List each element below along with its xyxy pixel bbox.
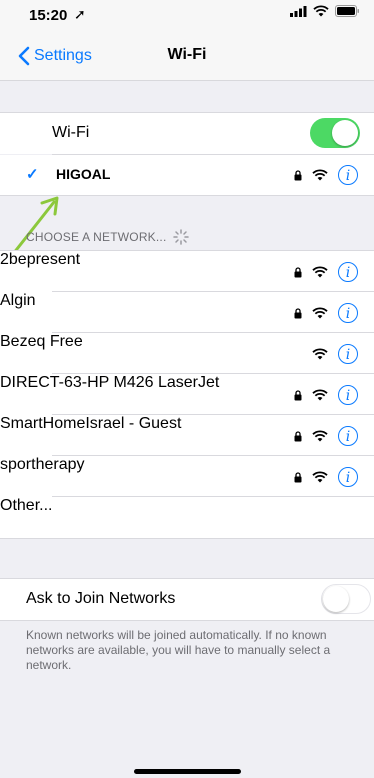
info-icon[interactable]: i — [338, 165, 358, 185]
network-row[interactable]: Bezeq Free i — [0, 333, 374, 374]
lock-icon — [294, 307, 302, 318]
toggle-knob — [332, 120, 358, 146]
wifi-signal-icon — [312, 471, 328, 483]
network-name: SmartHomeIsrael - Guest — [0, 415, 182, 432]
location-arrow-icon: ➚ — [74, 6, 86, 22]
status-bar: 15:20 ➚ — [0, 0, 374, 34]
info-icon[interactable]: i — [338, 467, 358, 487]
ask-to-join-toggle[interactable] — [321, 584, 371, 614]
status-time: 15:20 — [29, 7, 68, 24]
footer-note: Known networks will be joined automatica… — [26, 628, 331, 672]
network-name: Bezeq Free — [0, 333, 83, 350]
wifi-toggle[interactable] — [310, 118, 360, 148]
wifi-signal-icon — [312, 348, 328, 360]
choose-network-header: CHOOSE A NETWORK... — [26, 229, 189, 245]
wifi-signal-icon — [312, 389, 328, 401]
nav-bar: Settings Wi-Fi — [0, 34, 374, 81]
network-accessories: i — [294, 165, 358, 185]
cellular-signal-icon — [290, 5, 307, 17]
wifi-status-icon — [313, 5, 329, 17]
wifi-toggle-row: Wi-Fi — [0, 112, 374, 154]
wifi-signal-icon — [312, 430, 328, 442]
connected-network-name: HIGOAL — [56, 166, 111, 182]
page-title: Wi-Fi — [167, 46, 207, 63]
home-indicator[interactable] — [134, 769, 241, 774]
network-name: DIRECT-63-HP M426 LaserJet — [0, 374, 220, 391]
ask-to-join-row: Ask to Join Networks — [0, 578, 374, 621]
info-icon[interactable]: i — [338, 426, 358, 446]
network-accessories: i — [294, 262, 358, 282]
network-row[interactable]: sportherapy i — [0, 456, 374, 497]
network-row[interactable]: 2bepresent i — [0, 251, 374, 292]
network-accessories: i — [294, 385, 358, 405]
network-accessories: i — [312, 344, 358, 364]
lock-icon — [294, 430, 302, 441]
info-icon[interactable]: i — [338, 262, 358, 282]
wifi-signal-icon — [312, 169, 328, 181]
other-network-label: Other... — [0, 497, 53, 514]
network-accessories: i — [294, 303, 358, 323]
wifi-signal-icon — [312, 307, 328, 319]
network-name: sportherapy — [0, 456, 85, 473]
network-accessories: i — [294, 467, 358, 487]
network-row[interactable]: SmartHomeIsrael - Guest i — [0, 415, 374, 456]
lock-icon — [294, 266, 302, 277]
network-accessories: i — [294, 426, 358, 446]
battery-icon — [335, 5, 359, 17]
ask-to-join-label: Ask to Join Networks — [26, 590, 176, 607]
info-icon[interactable]: i — [338, 385, 358, 405]
lock-icon — [294, 169, 302, 180]
info-icon[interactable]: i — [338, 303, 358, 323]
wifi-label: Wi-Fi — [52, 124, 90, 141]
loading-spinner-icon — [172, 229, 189, 245]
checkmark-icon: ✓ — [26, 166, 39, 183]
lock-icon — [294, 389, 302, 400]
section-header-label: CHOOSE A NETWORK... — [26, 230, 167, 244]
other-network-row[interactable]: Other... — [0, 497, 374, 538]
network-row[interactable]: Algin i — [0, 292, 374, 333]
wifi-signal-icon — [312, 266, 328, 278]
info-icon[interactable]: i — [338, 344, 358, 364]
network-row[interactable]: DIRECT-63-HP M426 LaserJet i — [0, 374, 374, 415]
toggle-knob — [323, 586, 349, 612]
lock-icon — [294, 471, 302, 482]
network-list: 2bepresent i Algin i Bezeq Free i DIRECT-63-HP… — [0, 250, 374, 539]
network-name: 2bepresent — [0, 251, 81, 268]
network-name: Algin — [0, 292, 36, 309]
status-icons — [290, 5, 360, 17]
